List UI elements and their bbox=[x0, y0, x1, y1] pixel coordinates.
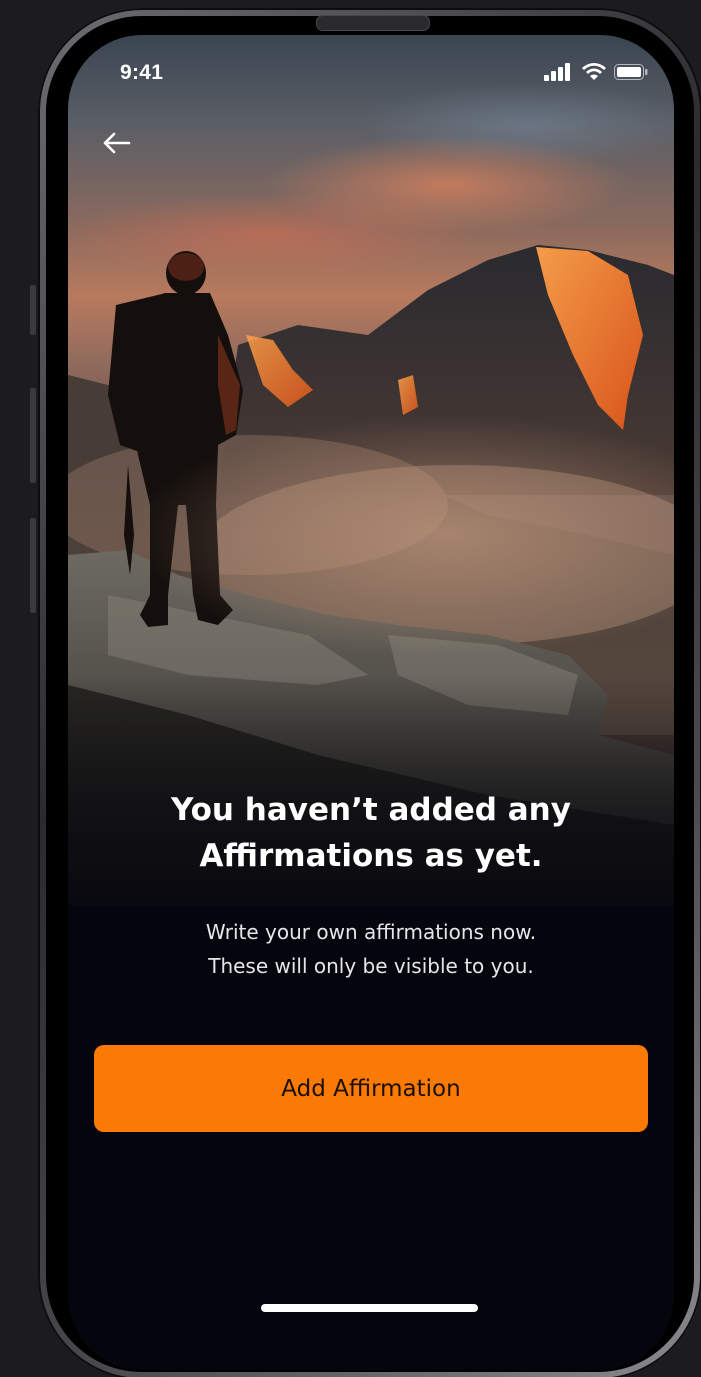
side-button-volume-down bbox=[30, 518, 36, 613]
speaker-grille bbox=[316, 15, 430, 31]
home-indicator[interactable] bbox=[261, 1304, 478, 1312]
side-button-volume-up bbox=[30, 388, 36, 483]
add-affirmation-button[interactable]: Add Affirmation bbox=[94, 1045, 648, 1132]
hero-image bbox=[68, 35, 674, 905]
back-button[interactable] bbox=[94, 121, 138, 165]
status-bar: 9:41 bbox=[68, 35, 674, 115]
arrow-left-icon bbox=[103, 132, 131, 154]
signal-icon bbox=[544, 63, 570, 81]
empty-state-title: You haven’t added any Affirmations as ye… bbox=[171, 792, 571, 874]
device-stage: 9:41 You haven’t added any Affirmations … bbox=[0, 0, 701, 1377]
status-icons bbox=[544, 63, 648, 81]
battery-icon bbox=[614, 64, 648, 80]
hero-mist bbox=[68, 415, 674, 715]
side-button-mute bbox=[30, 285, 36, 335]
empty-state-description: Write your own affirmations now. These w… bbox=[205, 920, 537, 978]
wifi-icon bbox=[582, 63, 606, 80]
app-screen: 9:41 You haven’t added any Affirmations … bbox=[68, 35, 674, 1370]
status-time: 9:41 bbox=[120, 61, 164, 84]
